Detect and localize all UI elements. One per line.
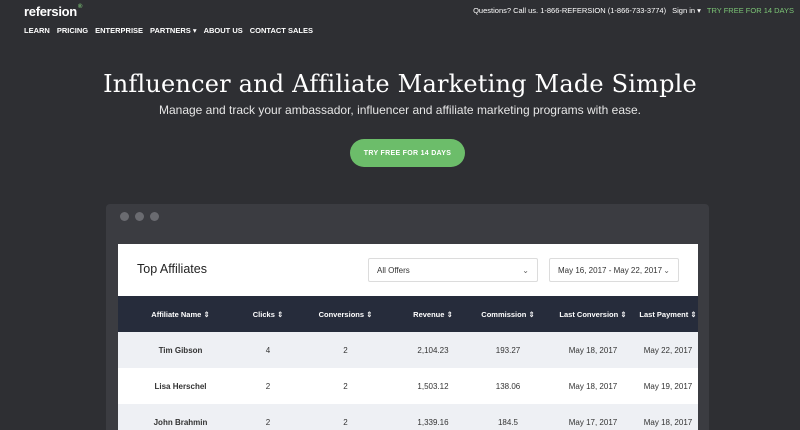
try-free-link[interactable]: TRY FREE FOR 14 DAYS — [707, 6, 794, 15]
col-last-payment[interactable]: Last Payment ⇕ — [638, 296, 698, 332]
table-row[interactable]: Lisa Herschel 2 2 1,503.12 138.06 May 18… — [118, 368, 698, 404]
cell-last-conversion: May 18, 2017 — [568, 345, 618, 355]
top-utility-bar: Questions? Call us. 1-866-REFERSION (1-8… — [473, 6, 794, 15]
date-range-value: May 16, 2017 - May 22, 2017 — [558, 265, 663, 275]
cell-conversions: 2 — [343, 381, 348, 391]
cell-clicks: 2 — [265, 417, 271, 427]
main-nav: LEARN PRICING ENTERPRISE PARTNERS ▾ ABOU… — [24, 26, 313, 35]
cell-revenue: 1,339.16 — [417, 417, 449, 427]
cell-revenue: 1,503.12 — [417, 381, 449, 391]
col-last-conversion[interactable]: Last Conversion ⇕ — [548, 296, 638, 332]
cell-commission: 184.5 — [497, 417, 519, 427]
cell-commission: 193.27 — [495, 345, 521, 355]
nav-item-contact-sales[interactable]: CONTACT SALES — [250, 26, 313, 35]
nav-item-pricing[interactable]: PRICING — [57, 26, 88, 35]
cell-affiliate-name: Tim Gibson — [158, 345, 203, 355]
table-header: Affiliate Name ⇕ Clicks ⇕ Conversions ⇕ … — [118, 296, 698, 332]
cell-affiliate-name: John Brahmin — [153, 417, 208, 427]
col-revenue[interactable]: Revenue ⇕ — [398, 296, 468, 332]
offers-select-value: All Offers — [377, 265, 410, 275]
nav-item-partners[interactable]: PARTNERS ▾ — [150, 26, 197, 35]
try-free-button[interactable]: TRY FREE FOR 14 DAYS — [350, 139, 465, 167]
chevron-down-icon: ⌄ — [663, 265, 670, 275]
window-dot-icon — [150, 212, 159, 221]
cell-clicks: 2 — [265, 381, 271, 391]
hero-title: Influencer and Affiliate Marketing Made … — [103, 70, 697, 98]
panel-title: Top Affiliates — [137, 262, 207, 276]
table-row[interactable]: John Brahmin 2 2 1,339.16 184.5 May 17, … — [118, 404, 698, 430]
cell-last-payment: May 18, 2017 — [643, 417, 693, 427]
nav-item-learn[interactable]: LEARN — [24, 26, 50, 35]
cell-last-payment: May 19, 2017 — [643, 381, 693, 391]
window-dot-icon — [135, 212, 144, 221]
col-clicks[interactable]: Clicks ⇕ — [243, 296, 293, 332]
top-affiliates-panel: Top Affiliates All Offers ⌄ May 16, 2017… — [118, 244, 698, 430]
date-range-select[interactable]: May 16, 2017 - May 22, 2017 ⌄ — [549, 258, 679, 282]
cell-affiliate-name: Lisa Herschel — [154, 381, 207, 391]
logo-text: refersion — [24, 4, 77, 19]
cell-last-conversion: May 18, 2017 — [568, 381, 618, 391]
affiliates-table: Affiliate Name ⇕ Clicks ⇕ Conversions ⇕ … — [118, 296, 698, 430]
signin-link[interactable]: Sign in ▾ — [672, 6, 701, 15]
chevron-down-icon: ⌄ — [522, 265, 529, 275]
hero-subtitle: Manage and track your ambassador, influe… — [158, 103, 642, 117]
nav-item-about[interactable]: ABOUT US — [204, 26, 243, 35]
cell-clicks: 4 — [265, 345, 271, 355]
cell-last-payment: May 22, 2017 — [643, 345, 693, 355]
nav-item-enterprise[interactable]: ENTERPRISE — [95, 26, 143, 35]
col-commission[interactable]: Commission ⇕ — [468, 296, 548, 332]
cell-conversions: 2 — [343, 417, 348, 427]
col-affiliate-name[interactable]: Affiliate Name ⇕ — [118, 296, 243, 332]
window-dot-icon — [120, 212, 129, 221]
cell-revenue: 2,104.23 — [417, 345, 449, 355]
logo-mark: ® — [77, 4, 83, 10]
table-row[interactable]: Tim Gibson 4 2 2,104.23 193.27 May 18, 2… — [118, 332, 698, 368]
phone-text: Questions? Call us. 1-866-REFERSION (1-8… — [473, 6, 667, 15]
cell-conversions: 2 — [343, 345, 348, 355]
offers-select[interactable]: All Offers ⌄ — [368, 258, 538, 282]
col-conversions[interactable]: Conversions ⇕ — [293, 296, 398, 332]
cell-last-conversion: May 17, 2017 — [568, 417, 618, 427]
cell-commission: 138.06 — [495, 381, 521, 391]
refersion-logo[interactable]: refersion® — [24, 4, 82, 19]
